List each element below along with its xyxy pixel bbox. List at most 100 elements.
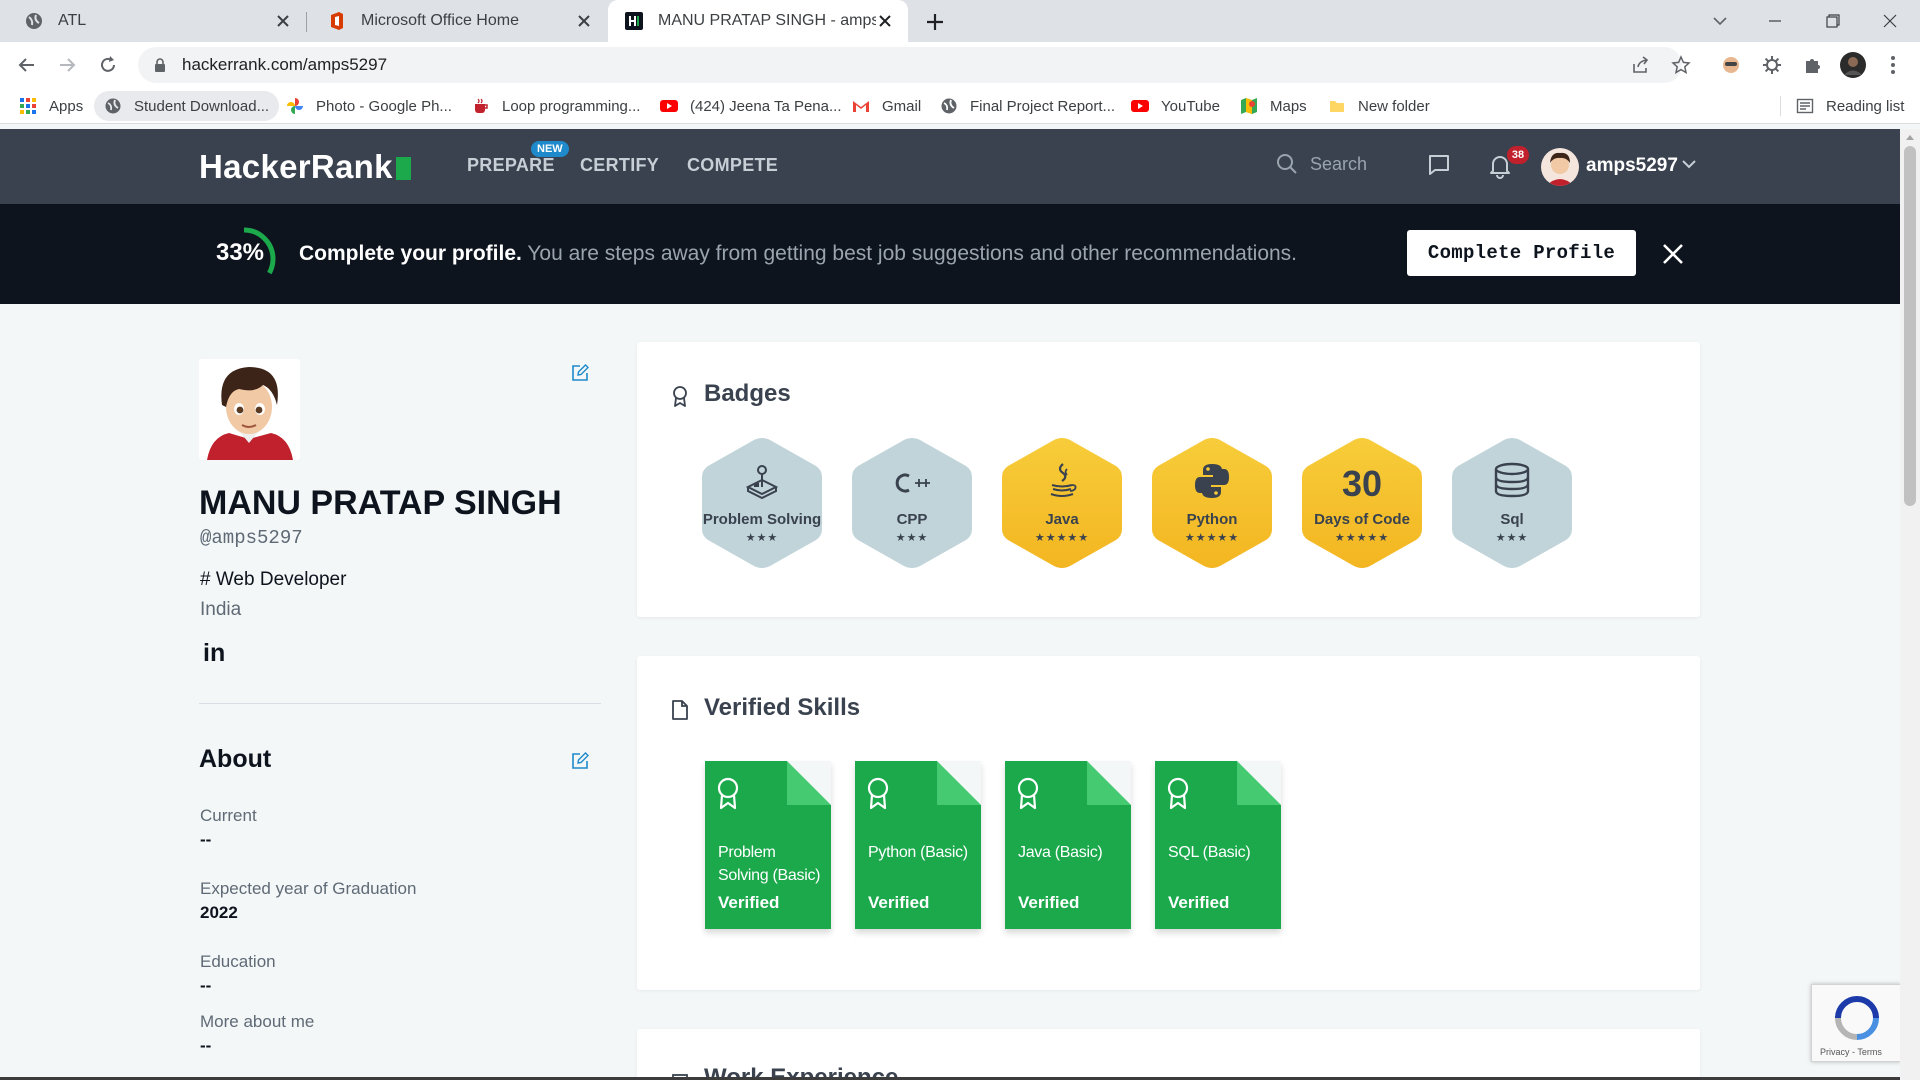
edit-profile-icon[interactable] (571, 364, 589, 382)
bookmark-youtube[interactable]: YouTube (1131, 88, 1220, 124)
reload-button[interactable] (95, 52, 121, 78)
badge-name: CPP (896, 511, 928, 528)
google-photos-icon (287, 98, 303, 114)
bookmark-star-button[interactable] (1668, 52, 1694, 78)
badge-cpp[interactable]: CPP ★★★ (849, 435, 975, 571)
skill-certificate-problem-solving[interactable]: Problem Solving (Basic) Verified (705, 761, 831, 929)
scroll-up-icon[interactable] (1905, 133, 1915, 141)
bookmark-maps[interactable]: Maps (1240, 88, 1307, 124)
new-badge: NEW (531, 141, 569, 157)
browser-tab-office[interactable]: Microsoft Office Home (307, 0, 607, 42)
bookmark-gmail[interactable]: Gmail (852, 88, 921, 124)
hackerrank-logo[interactable]: HackerRank (199, 148, 411, 186)
badge-java[interactable]: Java ★★★★★ (999, 435, 1125, 571)
nav-certify[interactable]: CERTIFY (580, 155, 659, 176)
linkedin-icon[interactable]: in (203, 639, 225, 668)
star-icon (1671, 55, 1691, 74)
nav-compete[interactable]: COMPETE (687, 155, 778, 176)
browser-tab-atl[interactable]: ATL (0, 0, 306, 42)
messages-button[interactable] (1427, 153, 1451, 177)
about-current-label: Current (200, 806, 257, 825)
address-bar[interactable]: hackerrank.com/amps5297 (138, 47, 1682, 83)
about-heading: About (199, 745, 272, 773)
minimize-button[interactable] (1745, 0, 1805, 42)
close-tab-icon[interactable] (274, 12, 292, 30)
restore-icon (1826, 14, 1840, 28)
badge-problem-solving[interactable]: Problem Solving ★★★ (699, 435, 825, 571)
bookmark-loop-programming[interactable]: Loop programming... (472, 88, 640, 124)
bookmark-final-project[interactable]: Final Project Report... (940, 88, 1115, 124)
browser-menu-button[interactable] (1880, 52, 1906, 78)
tab-search-button[interactable] (1690, 0, 1750, 42)
close-icon (1883, 14, 1897, 28)
extension-1-button[interactable] (1718, 52, 1744, 78)
close-icon[interactable] (1661, 242, 1685, 266)
new-tab-icon[interactable] (922, 9, 948, 35)
reading-list-button[interactable]: Reading list (1796, 88, 1904, 124)
bookmark-label: Photo - Google Ph... (316, 97, 452, 115)
badge-stars: ★★★★★ (1034, 532, 1090, 544)
bookmark-student-download[interactable]: Student Download... (94, 91, 280, 121)
recaptcha-links[interactable]: Privacy - Terms (1820, 1047, 1882, 1057)
badge-stars: ★★★★★ (1334, 532, 1390, 544)
edit-about-icon[interactable] (571, 752, 589, 770)
skill-certificate-sql[interactable]: SQL (Basic) Verified (1155, 761, 1281, 929)
about-education-value: -- (200, 976, 212, 995)
profile-button[interactable] (1840, 52, 1866, 78)
share-button[interactable] (1628, 52, 1654, 78)
bookmark-label: New folder (1358, 97, 1430, 115)
bookmark-apps[interactable]: Apps (19, 88, 83, 124)
bookmark-new-folder[interactable]: New folder (1328, 88, 1430, 124)
arrow-right-icon (60, 58, 76, 72)
badge-sql[interactable]: Sql ★★★ (1449, 435, 1575, 571)
close-window-button[interactable] (1860, 0, 1920, 42)
profile-handle: @amps5297 (200, 527, 303, 549)
nav-search[interactable]: Search (1276, 153, 1367, 175)
scrollbar-thumb[interactable] (1904, 146, 1916, 506)
bookmark-youtube-video[interactable]: (424) Jeena Ta Pena... (660, 88, 842, 124)
extension-2-button[interactable] (1759, 52, 1785, 78)
restore-button[interactable] (1803, 0, 1863, 42)
nav-prepare[interactable]: PREPARE (467, 155, 555, 176)
badge-python[interactable]: Python ★★★★★ (1149, 435, 1275, 571)
user-avatar-image (1541, 148, 1579, 186)
database-icon (1449, 461, 1575, 501)
browser-tab-hackerrank[interactable]: MANU PRATAP SINGH - amps52 (608, 0, 908, 42)
globe-icon (26, 13, 42, 29)
bookmark-label: YouTube (1161, 97, 1220, 115)
skill-certificate-java[interactable]: Java (Basic) Verified (1005, 761, 1131, 929)
skill-certificate-python[interactable]: Python (Basic) Verified (855, 761, 981, 929)
browser-tabstrip: ATL Microsoft Office Home MANU PRATAP SI… (0, 0, 1920, 42)
close-tab-icon[interactable] (876, 12, 894, 30)
page-scrollbar[interactable] (1900, 129, 1920, 1080)
chevron-down-icon[interactable] (1681, 159, 1697, 169)
page-fold (787, 761, 831, 805)
bookmark-label: Loop programming... (502, 97, 641, 115)
hackerrank-icon (625, 12, 643, 30)
profile-country: India (200, 599, 242, 620)
chevron-down-icon (1713, 17, 1727, 26)
award-icon (1167, 777, 1189, 810)
forward-button[interactable] (54, 52, 80, 78)
lock-icon[interactable] (152, 57, 168, 73)
close-tab-icon[interactable] (575, 12, 593, 30)
badge-days-of-code[interactable]: 30 Days of Code ★★★★★ (1299, 435, 1425, 571)
recaptcha-icon (1835, 996, 1879, 1040)
nav-username[interactable]: amps5297 (1586, 155, 1678, 177)
cpp-icon (849, 471, 975, 495)
avatar[interactable] (1541, 148, 1579, 186)
complete-profile-button[interactable]: Complete Profile (1407, 230, 1636, 276)
share-icon (1633, 56, 1649, 73)
reading-list-icon (1796, 98, 1814, 114)
document-icon (672, 700, 688, 720)
recaptcha-badge[interactable]: Privacy - Terms (1811, 984, 1901, 1062)
skill-status: Verified (718, 893, 780, 912)
logo-text: HackerRank (199, 148, 393, 185)
skill-name: SQL (Basic) (1168, 844, 1251, 861)
badge-stars: ★★★ (1495, 532, 1529, 544)
globe-icon (941, 98, 957, 114)
back-button[interactable] (14, 52, 40, 78)
bookmark-google-photos[interactable]: Photo - Google Ph... (286, 88, 452, 124)
more-vert-icon (1891, 56, 1895, 74)
extensions-button[interactable] (1800, 52, 1826, 78)
